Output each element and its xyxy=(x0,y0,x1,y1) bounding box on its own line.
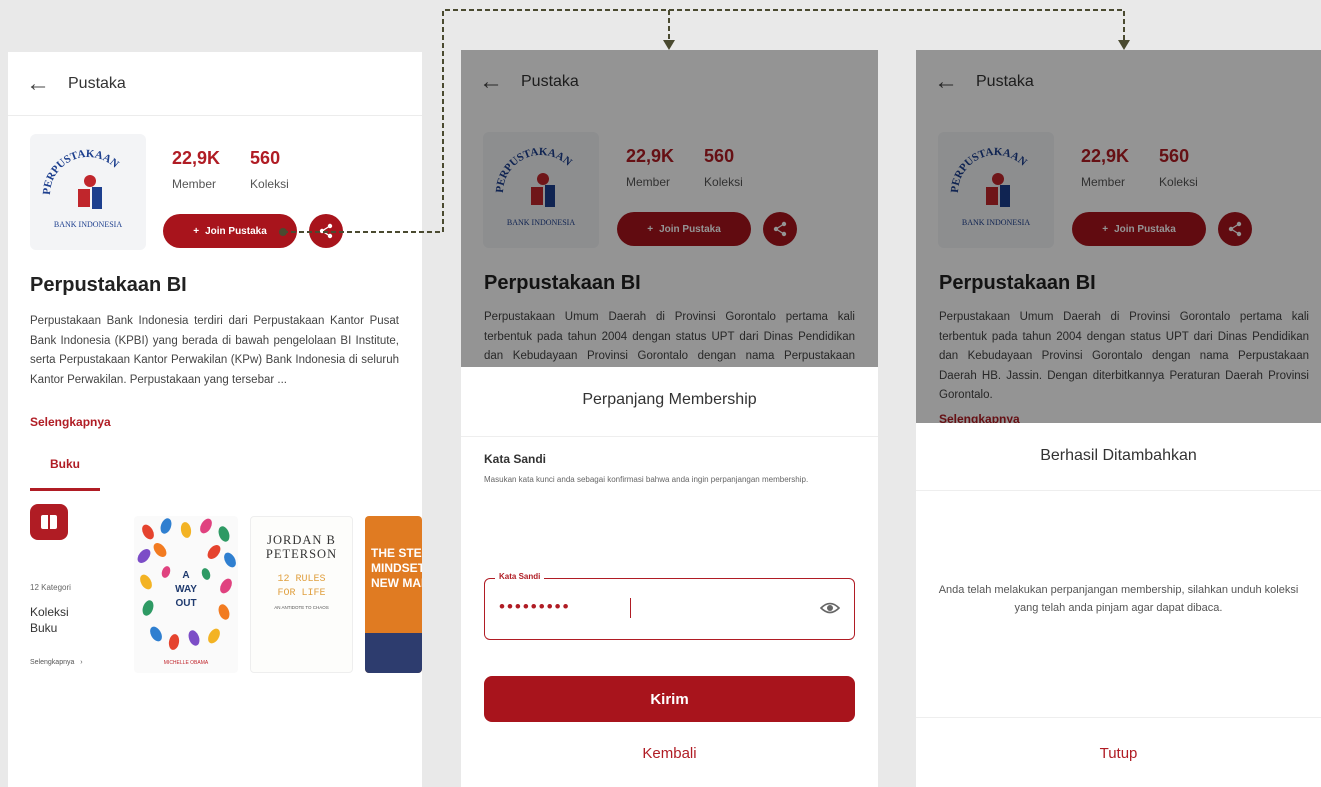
password-input[interactable]: Kata Sandi ••••••••• xyxy=(484,572,855,640)
book-cover-art: A WAY OUT MICHELLE OBAMA xyxy=(137,518,236,666)
book-cover[interactable]: THE STEP-UP MINDSET FOR NEW MANAGERS xyxy=(365,516,422,673)
back-arrow-icon[interactable]: ← xyxy=(26,71,52,96)
read-more-link[interactable]: Selengkapnya xyxy=(30,415,111,429)
arrow-down-icon xyxy=(1118,40,1130,50)
renew-success-screen: ← Pustaka PERPUSTAKAAN BANK INDONESIA 22… xyxy=(916,50,1321,787)
members-count: 22,9K xyxy=(172,148,221,168)
plus-icon: + xyxy=(193,225,200,237)
renew-membership-sheet: Perpanjang Membership Kata Sandi Masukan… xyxy=(461,367,878,787)
close-button[interactable]: Tutup xyxy=(916,745,1321,762)
tab-books[interactable]: Buku xyxy=(30,457,100,471)
category-more-link[interactable]: Selengkapnya › xyxy=(30,659,83,666)
category-title: Koleksi Buku xyxy=(30,605,69,635)
sheet-title: Berhasil Ditambahkan xyxy=(916,423,1321,491)
svg-text:BANK INDONESIA: BANK INDONESIA xyxy=(54,220,122,229)
password-value: ••••••••• xyxy=(499,597,571,616)
svg-text:A: A xyxy=(182,570,189,581)
library-description: Perpustakaan Bank Indonesia terdiri dari… xyxy=(30,315,399,386)
library-stats: 22,9K Member 560 Koleksi xyxy=(172,148,289,191)
svg-text:WAY: WAY xyxy=(175,584,197,595)
library-logo: PERPUSTAKAAN BANK INDONESIA xyxy=(30,134,146,250)
password-hint: Masukan kata kunci anda sebagai konfirma… xyxy=(484,475,809,484)
password-input-label: Kata Sandi xyxy=(495,572,545,581)
sheet-title: Perpanjang Membership xyxy=(461,367,878,437)
modal-overlay[interactable] xyxy=(916,50,1321,423)
library-name: Perpustakaan BI xyxy=(30,274,187,296)
library-profile-screen: ← Pustaka PERPUSTAKAAN BANK INDONESIA 22… xyxy=(8,52,422,787)
eye-icon[interactable] xyxy=(820,601,840,615)
share-button[interactable] xyxy=(309,214,343,248)
submit-button[interactable]: Kirim xyxy=(484,676,855,722)
success-message: Anda telah melakukan perpanjangan member… xyxy=(938,584,1299,614)
book-cover[interactable]: JORDAN B PETERSON 12 RULES FOR LIFE AN A… xyxy=(250,516,353,673)
success-sheet: Berhasil Ditambahkan Anda telah melakuka… xyxy=(916,423,1321,787)
renew-membership-screen: ← Pustaka PERPUSTAKAAN BANK INDONESIA 22… xyxy=(461,50,878,787)
svg-text:MICHELLE OBAMA: MICHELLE OBAMA xyxy=(164,660,209,666)
collections-count: 560 xyxy=(250,148,281,168)
back-button[interactable]: Kembali xyxy=(484,745,855,762)
modal-overlay[interactable] xyxy=(461,50,878,367)
book-category-icon xyxy=(30,504,68,540)
page-title: Pustaka xyxy=(68,74,126,92)
book-cover[interactable]: A WAY OUT MICHELLE OBAMA xyxy=(134,516,238,673)
arrow-down-icon xyxy=(663,40,675,50)
join-library-button[interactable]: + Join Pustaka xyxy=(163,214,297,248)
app-bar: ← Pustaka xyxy=(8,52,422,116)
members-label: Member xyxy=(172,177,217,191)
svg-text:OUT: OUT xyxy=(175,598,196,609)
svg-text:PERPUSTAKAAN: PERPUSTAKAAN xyxy=(41,148,121,195)
share-icon xyxy=(319,223,333,239)
password-label: Kata Sandi xyxy=(484,452,547,466)
category-count: 12 Kategori xyxy=(30,583,71,592)
collections-label: Koleksi xyxy=(250,177,289,191)
tab-indicator xyxy=(30,488,100,491)
text-cursor xyxy=(630,598,631,618)
